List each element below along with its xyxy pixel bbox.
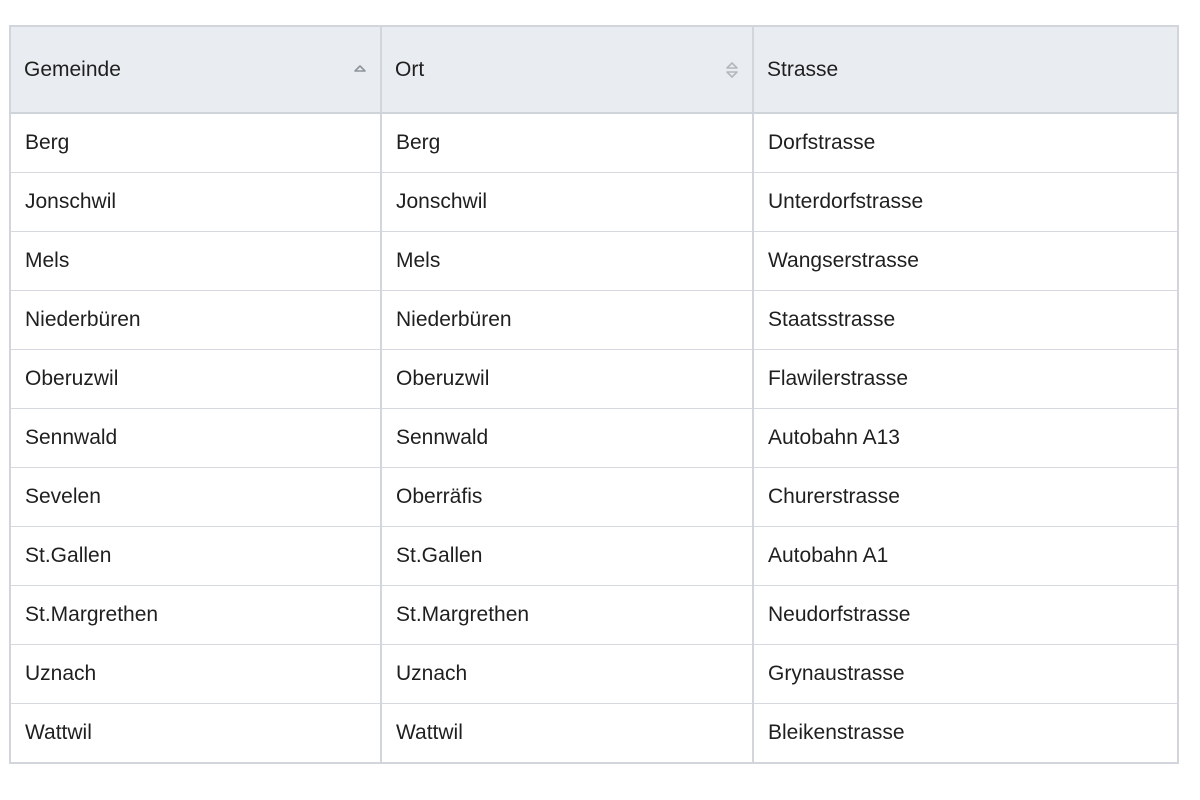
table-row[interactable]: Niederbüren Niederbüren Staatsstrasse xyxy=(11,290,1177,350)
cell-gemeinde: Uznach xyxy=(11,644,382,704)
cell-gemeinde: Sevelen xyxy=(11,467,382,527)
cell-ort: Niederbüren xyxy=(381,290,754,350)
cell-strasse: Flawilerstrasse xyxy=(753,349,1177,409)
cell-strasse: Staatsstrasse xyxy=(753,290,1177,350)
cell-ort: Sennwald xyxy=(381,408,754,468)
cell-gemeinde: St.Margrethen xyxy=(11,585,382,645)
cell-ort: St.Margrethen xyxy=(381,585,754,645)
cell-strasse: Neudorfstrasse xyxy=(753,585,1177,645)
sort-both-icon[interactable] xyxy=(724,56,740,84)
table-body: Berg Berg Dorfstrasse Jonschwil Jonschwil Unt… xyxy=(11,113,1177,762)
column-header-label: Ort xyxy=(395,57,425,81)
cell-ort: Uznach xyxy=(381,644,754,704)
data-table: Gemeinde Ort Strasse Berg Berg Dorfstras… xyxy=(9,25,1179,764)
cell-gemeinde: Jonschwil xyxy=(11,172,382,232)
cell-gemeinde: Niederbüren xyxy=(11,290,382,350)
cell-gemeinde: St.Gallen xyxy=(11,526,382,586)
table-row[interactable]: St.Margrethen St.Margrethen Neudorfstrasse xyxy=(11,585,1177,645)
cell-gemeinde: Oberuzwil xyxy=(11,349,382,409)
table-row[interactable]: Wattwil Wattwil Bleikenstrasse xyxy=(11,703,1177,762)
table-row[interactable]: Sevelen Oberräfis Churerstrasse xyxy=(11,467,1177,527)
cell-strasse: Bleikenstrasse xyxy=(768,720,905,744)
cell-gemeinde: Wattwil xyxy=(11,703,382,762)
location-table: Gemeinde Ort Strasse Berg Berg Dorfstras… xyxy=(11,27,1177,762)
cell-ort: Oberräfis xyxy=(381,467,754,527)
cell-strasse: Dorfstrasse xyxy=(753,113,1177,173)
cell-ort: Mels xyxy=(381,231,754,291)
table-row[interactable]: St.Gallen St.Gallen Autobahn A1 xyxy=(11,526,1177,586)
cell-gemeinde: Mels xyxy=(11,231,382,291)
table-header: Gemeinde Ort Strasse xyxy=(11,27,1177,114)
cell-strasse: Autobahn A13 xyxy=(753,408,1177,468)
column-header-label: Strasse xyxy=(767,57,839,81)
column-header-strasse[interactable]: Strasse xyxy=(753,27,1177,114)
sort-ascending-icon[interactable] xyxy=(352,56,368,84)
cell-strasse: Wangserstrasse xyxy=(753,231,1177,291)
cell-strasse: Churerstrasse xyxy=(753,467,1177,527)
column-header-label: Gemeinde xyxy=(24,57,121,81)
cell-ort: Wattwil xyxy=(381,703,754,762)
table-row[interactable]: Sennwald Sennwald Autobahn A13 xyxy=(11,408,1177,468)
table-row[interactable]: Mels Mels Wangserstrasse xyxy=(11,231,1177,291)
table-row[interactable]: Berg Berg Dorfstrasse xyxy=(11,113,1177,173)
cell-gemeinde: Sennwald xyxy=(11,408,382,468)
table-row[interactable]: Oberuzwil Oberuzwil Flawilerstrasse xyxy=(11,349,1177,409)
header-row: Gemeinde Ort Strasse xyxy=(11,27,1177,114)
column-header-gemeinde[interactable]: Gemeinde xyxy=(11,27,382,114)
cell-gemeinde: Berg xyxy=(11,113,382,173)
cell-strasse: Grynaustrasse xyxy=(753,644,1177,704)
cell-ort: Jonschwil xyxy=(381,172,754,232)
cell-strasse: Autobahn A1 xyxy=(753,526,1177,586)
cell-ort: Berg xyxy=(381,113,754,173)
cell-strasse: Unterdorfstrasse xyxy=(753,172,1177,232)
cell-ort: Oberuzwil xyxy=(381,349,754,409)
table-row[interactable]: Jonschwil Jonschwil Unterdorfstrasse xyxy=(11,172,1177,232)
table-row[interactable]: Uznach Uznach Grynaustrasse xyxy=(11,644,1177,704)
cell-ort: St.Gallen xyxy=(381,526,754,586)
column-header-ort[interactable]: Ort xyxy=(381,27,754,114)
